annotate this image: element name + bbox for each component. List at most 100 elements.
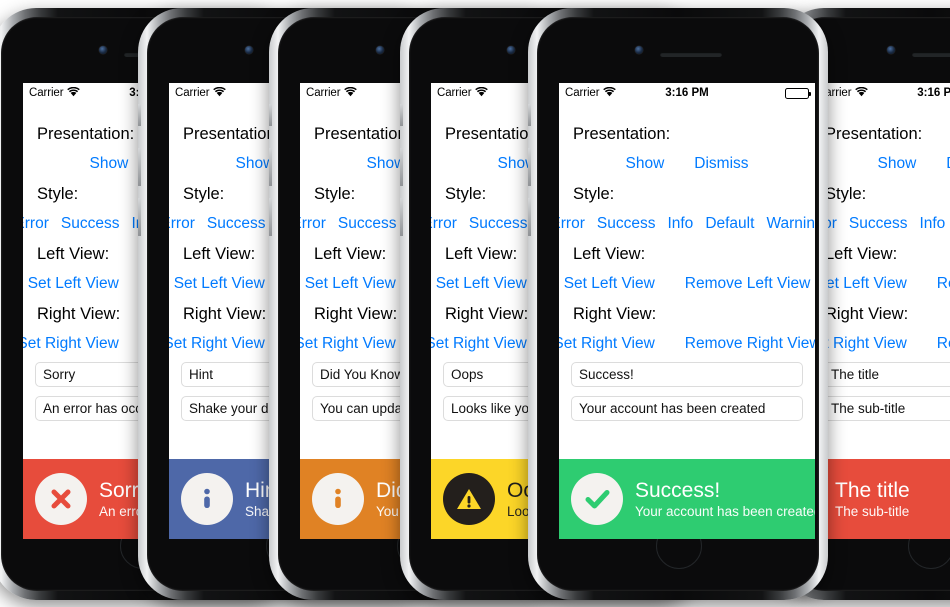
style-success-button[interactable]: Success xyxy=(597,215,656,233)
set-left-view-button[interactable]: Set Left View xyxy=(305,275,396,293)
silent-switch[interactable] xyxy=(138,104,141,126)
front-camera-icon xyxy=(245,46,253,54)
banner-texts: The title The sub-title xyxy=(835,479,910,520)
status-bar: Carrier 3:16 PM xyxy=(559,83,815,103)
status-bar-right xyxy=(785,87,811,99)
style-success-button[interactable]: Success xyxy=(849,215,908,233)
front-camera-icon xyxy=(507,46,515,54)
front-camera-icon xyxy=(887,46,895,54)
banner-subtitle: Your account has been created xyxy=(635,503,815,519)
style-buttons: Error Success Info Default Warning xyxy=(811,215,950,233)
front-camera-icon xyxy=(99,46,107,54)
style-error-button[interactable]: Error xyxy=(431,215,457,233)
right-view-buttons: Set Right View Remove Right View xyxy=(811,335,950,353)
set-left-view-button[interactable]: Set Left View xyxy=(816,275,907,293)
style-label: Style: xyxy=(825,185,867,203)
right-view-label: Right View: xyxy=(573,305,657,323)
phone-success-green: Carrier 3:16 PM Presentation: Show Dismi… xyxy=(528,8,828,600)
style-success-button[interactable]: Success xyxy=(61,215,120,233)
info-circle-icon xyxy=(312,473,364,525)
volume-up-button[interactable] xyxy=(528,148,531,186)
style-info-button[interactable]: Info xyxy=(667,215,693,233)
volume-down-button[interactable] xyxy=(528,198,531,236)
remove-left-view-button[interactable]: Remove Left View xyxy=(685,275,811,293)
set-left-view-button[interactable]: Set Left View xyxy=(174,275,265,293)
form-content: Presentation: Show Dismiss Style: Error … xyxy=(811,103,950,421)
phone-screen: Carrier 3:16 PM Presentation: Show Dism xyxy=(559,83,815,539)
left-view-buttons: Set Left View Remove Left View xyxy=(816,275,950,293)
set-left-view-button[interactable]: Set Left View xyxy=(564,275,655,293)
subtitle-input[interactable]: Your account has been created xyxy=(571,396,803,421)
volume-up-button[interactable] xyxy=(400,148,403,186)
banner-title: Success! xyxy=(635,478,721,502)
style-error-button[interactable]: Error xyxy=(300,215,326,233)
set-right-view-button[interactable]: Set Right View xyxy=(169,335,265,353)
battery-full-icon xyxy=(785,87,811,99)
phone-screen: Carrier 3:16 PM Presentation: Show Dism xyxy=(811,83,950,539)
remove-right-view-button[interactable]: Remove Right View xyxy=(685,335,815,353)
front-camera-icon xyxy=(376,46,384,54)
volume-down-button[interactable] xyxy=(400,198,403,236)
presentation-label: Presentation: xyxy=(825,125,923,143)
check-circle-icon xyxy=(571,473,623,525)
presentation-buttons: Show Dismiss xyxy=(819,155,950,173)
alert-banner-success[interactable]: Success! Your account has been created xyxy=(559,459,815,539)
style-success-button[interactable]: Success xyxy=(207,215,266,233)
title-input[interactable]: Success! xyxy=(571,362,803,387)
earpiece-speaker-icon xyxy=(660,52,722,57)
remove-left-view-button[interactable]: Remove Left View xyxy=(937,275,950,293)
style-label: Style: xyxy=(573,185,615,203)
left-view-buttons: Set Left View Remove Left View xyxy=(564,275,811,293)
volume-down-button[interactable] xyxy=(269,198,272,236)
title-input[interactable]: The title xyxy=(823,362,950,387)
style-buttons: Error Success Info Default Warning xyxy=(559,215,815,233)
show-button[interactable]: Show xyxy=(625,155,664,173)
banner-title: The title xyxy=(835,478,910,502)
presentation-buttons: Show Dismiss xyxy=(567,155,807,173)
style-success-button[interactable]: Success xyxy=(338,215,397,233)
status-bar: Carrier 3:16 PM xyxy=(811,83,950,103)
style-error-button[interactable]: Error xyxy=(559,215,585,233)
style-error-button[interactable]: Error xyxy=(169,215,195,233)
clock-label: 3:16 PM xyxy=(917,87,950,99)
silent-switch[interactable] xyxy=(528,104,531,126)
clock-label: 3:16 PM xyxy=(665,87,709,99)
set-left-view-button[interactable]: Set Left View xyxy=(28,275,119,293)
style-info-button[interactable]: Info xyxy=(919,215,945,233)
left-view-label: Left View: xyxy=(573,245,646,263)
phone-showcase: Carrier 3:16 PM Presentation: Show Dism xyxy=(0,0,950,607)
volume-up-button[interactable] xyxy=(269,148,272,186)
set-right-view-button[interactable]: Set Right View xyxy=(431,335,527,353)
style-warning-button[interactable]: Warning xyxy=(766,215,815,233)
dismiss-button[interactable]: Dismiss xyxy=(694,155,748,173)
set-right-view-button[interactable]: Set Right View xyxy=(23,335,119,353)
subtitle-input[interactable]: The sub-title xyxy=(823,396,950,421)
dismiss-button[interactable]: Dismiss xyxy=(946,155,950,173)
earpiece-speaker-icon xyxy=(912,52,950,57)
phone-bezel: Carrier 3:16 PM Presentation: Show Dism xyxy=(537,17,819,591)
show-button[interactable]: Show xyxy=(877,155,916,173)
warning-triangle-icon xyxy=(443,473,495,525)
set-right-view-button[interactable]: Set Right View xyxy=(559,335,655,353)
remove-right-view-button[interactable]: Remove Right View xyxy=(937,335,950,353)
info-circle-icon xyxy=(181,473,233,525)
alert-banner-custom[interactable]: The title The sub-title xyxy=(811,459,950,539)
right-view-buttons: Set Right View Remove Right View xyxy=(559,335,815,353)
show-button[interactable]: Show xyxy=(89,155,128,173)
set-right-view-button[interactable]: Set Right View xyxy=(300,335,396,353)
volume-down-button[interactable] xyxy=(138,198,141,236)
style-success-button[interactable]: Success xyxy=(469,215,528,233)
presentation-label: Presentation: xyxy=(573,125,671,143)
left-view-label: Left View: xyxy=(825,245,898,263)
form-content: Presentation: Show Dismiss Style: Error … xyxy=(559,103,815,421)
style-error-button[interactable]: Error xyxy=(23,215,49,233)
silent-switch[interactable] xyxy=(400,104,403,126)
x-circle-icon xyxy=(35,473,87,525)
silent-switch[interactable] xyxy=(269,104,272,126)
right-view-label: Right View: xyxy=(825,305,909,323)
style-default-button[interactable]: Default xyxy=(705,215,754,233)
volume-up-button[interactable] xyxy=(138,148,141,186)
banner-texts: Success! Your account has been created xyxy=(635,479,815,520)
banner-subtitle: The sub-title xyxy=(835,503,910,519)
set-left-view-button[interactable]: Set Left View xyxy=(436,275,527,293)
